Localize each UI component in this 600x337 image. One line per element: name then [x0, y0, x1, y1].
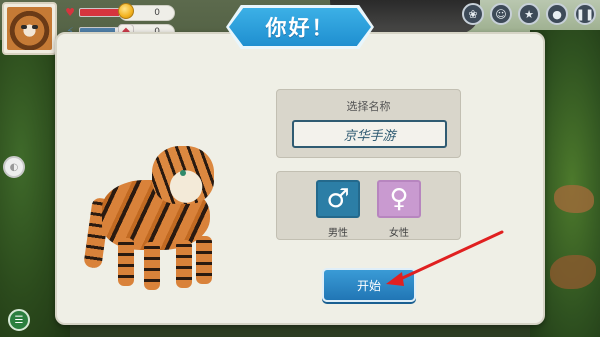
male-button[interactable]: ♂	[316, 180, 360, 218]
female-label: 女性	[389, 228, 409, 239]
name-panel: 选择名称	[276, 89, 461, 158]
camera-toggle-icon[interactable]: ◐	[3, 156, 25, 178]
male-label: 男性	[328, 228, 348, 239]
name-label: 选择名称	[346, 100, 391, 113]
male-symbol-icon: ♂	[326, 184, 350, 214]
tiger-leg	[118, 238, 134, 286]
chat-icon[interactable]: ☰	[8, 309, 30, 331]
player-avatar[interactable]	[2, 2, 57, 55]
top-toolbar: ❀ ☺ ★ ● ❚❚	[462, 3, 596, 25]
tiger-leg	[144, 242, 160, 290]
start-label: 开始	[356, 278, 381, 293]
tiger-model	[83, 142, 238, 297]
mask-icon[interactable]: ☺	[490, 3, 512, 25]
name-input[interactable]	[292, 120, 447, 148]
start-button[interactable]: 开始	[322, 268, 416, 302]
gender-panel: ♂ ♀ 男性 女性	[276, 171, 461, 240]
background-tiger	[554, 185, 594, 213]
female-symbol-icon: ♀	[389, 184, 409, 214]
heart-icon: ♥	[65, 5, 75, 19]
health-bar-fill	[80, 8, 120, 16]
background-tiger	[550, 255, 596, 289]
star-icon[interactable]: ★	[518, 3, 540, 25]
tiger-leg	[176, 240, 192, 288]
tiger-eye	[180, 170, 186, 176]
tiger-leg	[196, 236, 212, 284]
paw-icon[interactable]: ❀	[462, 3, 484, 25]
tiger-face-icon	[7, 7, 52, 50]
pause-icon[interactable]: ❚❚	[574, 3, 596, 25]
female-button[interactable]: ♀	[377, 180, 421, 218]
dialog-title: 你好！	[265, 16, 335, 40]
coin-count: 0	[154, 8, 160, 18]
dialog-title-banner: 你好！	[226, 5, 374, 49]
location-icon[interactable]: ●	[546, 3, 568, 25]
coin-icon	[118, 3, 134, 19]
